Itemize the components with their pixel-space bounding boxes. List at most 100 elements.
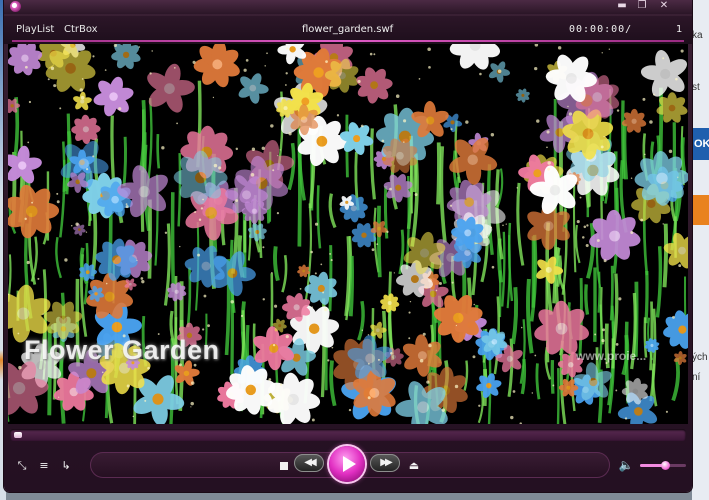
sparkle	[427, 47, 431, 52]
sparkle	[369, 52, 373, 56]
sparkle	[672, 315, 675, 319]
sparkle	[630, 231, 634, 234]
flower	[93, 76, 134, 117]
sparkle	[272, 169, 275, 172]
sparkle	[361, 329, 364, 331]
flower	[238, 73, 269, 104]
fullscreen-icon[interactable]: ⤡	[14, 459, 30, 473]
sparkle	[276, 212, 280, 215]
grass-blade	[662, 223, 669, 288]
sparkle	[594, 333, 597, 336]
video-area[interactable]: Flower Garden www.proie...	[8, 44, 688, 424]
seek-bar[interactable]	[10, 429, 686, 441]
sparkle	[567, 105, 569, 108]
grass-blade	[376, 205, 382, 278]
grass-blade	[550, 360, 555, 394]
sparkle	[203, 294, 207, 298]
grass-blade	[599, 287, 604, 345]
sparkle	[320, 263, 323, 266]
grass-blade	[348, 255, 355, 317]
sparkle	[512, 390, 516, 393]
flower	[339, 122, 374, 155]
sparkle	[288, 132, 292, 136]
sparkle	[568, 112, 573, 116]
sparkle	[608, 48, 611, 50]
sparkle	[675, 77, 678, 81]
sparkle	[662, 57, 665, 60]
sparkle	[53, 84, 57, 88]
sparkle	[324, 307, 328, 312]
sparkle	[75, 222, 79, 226]
sparkle	[31, 201, 34, 204]
sparkle	[377, 358, 380, 361]
sparkle	[454, 384, 459, 389]
grass-blade	[439, 146, 447, 243]
previous-button[interactable]: ◀◀	[294, 454, 324, 472]
sparkle	[322, 291, 325, 294]
volume-thumb[interactable]	[661, 461, 671, 470]
sparkle	[357, 79, 361, 84]
sparkle	[173, 67, 176, 69]
sparkle	[42, 313, 44, 315]
sparkle	[649, 120, 653, 124]
sparkle	[441, 408, 446, 412]
sparkle	[285, 72, 288, 75]
minimize-button[interactable]: ▬	[614, 0, 630, 12]
sparkle	[419, 358, 424, 363]
playlist-toggle-icon[interactable]: ≡	[36, 459, 52, 473]
title-bar[interactable]: ▬ ❐ ✕	[4, 0, 692, 14]
info-bar: PlayList CtrBox flower_garden.swf 00:00:…	[4, 16, 692, 44]
sparkle	[140, 277, 144, 280]
sparkle	[367, 362, 370, 365]
grass-blade	[55, 236, 63, 279]
next-button[interactable]: ▶▶	[370, 454, 400, 472]
sparkle	[141, 279, 145, 284]
close-button[interactable]: ✕	[656, 0, 672, 12]
sparkle	[26, 260, 30, 265]
grass-blade	[671, 357, 680, 402]
sparkle	[428, 343, 432, 348]
sparkle	[314, 272, 317, 275]
flower	[663, 310, 688, 349]
volume-icon[interactable]: 🔈	[618, 458, 634, 472]
sparkle	[212, 96, 215, 99]
sparkle	[286, 47, 289, 50]
sparkle	[105, 282, 108, 285]
sparkle	[348, 408, 352, 412]
sparkle	[408, 311, 411, 314]
repeat-icon[interactable]: ↳	[58, 459, 74, 473]
sparkle	[630, 177, 633, 180]
sparkle	[18, 365, 22, 370]
sparkle	[546, 130, 550, 134]
sparkle	[576, 220, 580, 224]
sparkle	[491, 265, 495, 269]
grass-blade	[436, 142, 441, 205]
sparkle	[422, 332, 426, 336]
playlist-menu[interactable]: PlayList	[16, 24, 54, 35]
sparkle	[126, 384, 130, 388]
sparkle	[472, 355, 476, 359]
sparkle	[367, 396, 371, 400]
sparkle	[601, 338, 605, 343]
grass-blade	[516, 182, 525, 266]
ctrlbox-menu[interactable]: CtrBox	[64, 24, 98, 35]
sparkle	[197, 253, 201, 257]
sparkle	[390, 352, 393, 355]
flower	[640, 50, 687, 97]
volume-slider[interactable]	[640, 461, 686, 470]
sparkle	[50, 66, 55, 71]
play-button[interactable]	[329, 446, 365, 482]
stop-button[interactable]	[276, 459, 292, 473]
seek-thumb[interactable]	[14, 432, 22, 438]
sparkle	[104, 69, 107, 71]
sparkle	[615, 343, 619, 346]
eject-icon[interactable]: ⏏	[406, 459, 422, 473]
background-text-fragment: ých	[692, 352, 708, 363]
sparkle	[176, 122, 178, 125]
sparkle	[325, 60, 328, 64]
maximize-button[interactable]: ❐	[634, 0, 650, 12]
grass-blade	[281, 254, 288, 293]
sparkle	[403, 119, 407, 123]
sparkle	[310, 250, 313, 254]
control-bar: ⤡ ≡ ↳ ◀◀ ▶▶ ⏏ 🔈	[4, 446, 692, 492]
